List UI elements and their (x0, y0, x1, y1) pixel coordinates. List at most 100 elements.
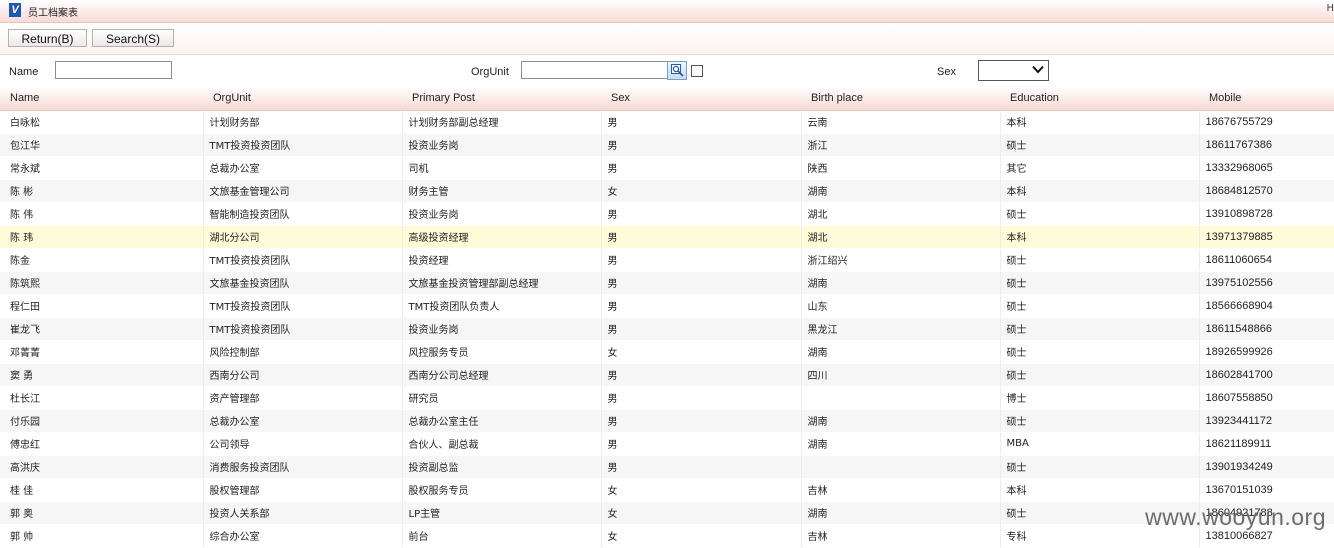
cell-education: 硕士 (1000, 455, 1200, 479)
table-row[interactable]: 邓菁菁 风险控制部 风控服务专员女湖南 硕士 18926599926 (0, 340, 1334, 364)
cell-mobile: 18621189911 (1199, 432, 1334, 456)
cell-sex: 女 (601, 340, 802, 364)
cell-name: 陈筑熙 (0, 271, 204, 295)
table-row[interactable]: 付乐园 总裁办公室 总裁办公室主任男湖南 硕士 13923441172 (0, 409, 1334, 433)
cell-primary-post: 研究员 (402, 386, 602, 410)
cell-name: 桂 佳 (0, 478, 204, 502)
table-row[interactable]: 郭 奥投资人关系部 LP主管女湖南 硕士 18604921788 (0, 501, 1334, 525)
cell-birth-place: 吉林 (801, 478, 1001, 502)
search-button[interactable]: Search(S) (92, 29, 174, 47)
cell-orgunit: 资产管理部 (203, 386, 403, 410)
cell-primary-post: 投资业务岗 (402, 133, 602, 157)
cell-sex: 男 (601, 386, 802, 410)
table-row[interactable]: 包江华 TMT投资投资团队 投资业务岗男浙江 硕士 18611767386 (0, 133, 1334, 157)
cell-birth-place: 湖南 (801, 501, 1001, 525)
orgunit-filter-label: OrgUnit (471, 66, 509, 78)
table-row[interactable]: 白咏松 计划财务部 计划财务部副总经理男云南 本科 18676755729 (0, 110, 1334, 134)
cell-primary-post: 投资业务岗 (402, 202, 602, 226)
column-header-orgunit[interactable]: OrgUnit (203, 87, 402, 111)
cell-name: 陈金 (0, 248, 204, 272)
cell-name: 陈 伟 (0, 202, 204, 226)
column-header-mobile[interactable]: Mobile (1199, 87, 1334, 111)
table-row[interactable]: 陈 彬文旅基金管理公司 财务主管女湖南 本科 18684812570 (0, 179, 1334, 203)
table-row[interactable]: 桂 佳股权管理部 股权服务专员女吉林 本科 13670151039 (0, 478, 1334, 502)
cell-primary-post: 前台 (402, 524, 602, 548)
cell-orgunit: 湖北分公司 (203, 225, 403, 249)
column-header-birth-place[interactable]: Birth place (801, 87, 1000, 111)
cell-education: 博士 (1000, 386, 1200, 410)
table-row[interactable]: 陈 玮湖北分公司 高级投资经理男湖北 本科 13971379885 (0, 225, 1334, 249)
column-header-education[interactable]: Education (1000, 87, 1199, 111)
cell-sex: 男 (601, 110, 802, 134)
cell-education: 硕士 (1000, 248, 1200, 272)
cell-birth-place: 浙江 (801, 133, 1001, 157)
return-button[interactable]: Return(B) (8, 29, 87, 47)
cell-sex: 男 (601, 363, 802, 387)
cell-orgunit: 西南分公司 (203, 363, 403, 387)
cell-name: 郭 奥 (0, 501, 204, 525)
cell-mobile: 18684812570 (1199, 179, 1334, 203)
cell-primary-post: LP主管 (402, 501, 602, 525)
cell-birth-place: 黑龙江 (801, 317, 1001, 341)
orgunit-filter-input[interactable] (521, 61, 668, 79)
cell-primary-post: 投资副总监 (402, 455, 602, 479)
cell-orgunit: TMT投资投资团队 (203, 133, 403, 157)
chevron-down-icon (1032, 65, 1044, 74)
cell-education: 本科 (1000, 179, 1200, 203)
cell-birth-place: 湖南 (801, 271, 1001, 295)
cell-name: 傅忠红 (0, 432, 204, 456)
cell-education: 硕士 (1000, 363, 1200, 387)
table-row[interactable]: 陈筑熙 文旅基金投资团队 文旅基金投资管理部副总经理男湖南 硕士 13975102556 (0, 271, 1334, 295)
cell-birth-place: 山东 (801, 294, 1001, 318)
cell-primary-post: 股权服务专员 (402, 478, 602, 502)
orgunit-lookup-button[interactable] (667, 61, 687, 80)
name-filter-input[interactable] (55, 61, 172, 79)
cell-orgunit: 文旅基金投资团队 (203, 271, 403, 295)
cell-birth-place: 湖南 (801, 179, 1001, 203)
cell-education: 硕士 (1000, 271, 1200, 295)
column-header-primary-post[interactable]: Primary Post (402, 87, 601, 111)
table-row[interactable]: 崔龙飞 TMT投资投资团队 投资业务岗男黑龙江 硕士 18611548866 (0, 317, 1334, 341)
cell-name: 付乐园 (0, 409, 204, 433)
column-header-sex[interactable]: Sex (601, 87, 801, 111)
cell-mobile: 18611060654 (1199, 248, 1334, 272)
table-row[interactable]: 傅忠红 公司领导 合伙人、副总裁男湖南 MBA 18621189911 (0, 432, 1334, 456)
app-logo-icon: V (9, 3, 21, 17)
table-row[interactable]: 郭 帅综合办公室 前台女吉林 专科 13810066827 (0, 524, 1334, 548)
cell-education: 本科 (1000, 225, 1200, 249)
cell-mobile: 13910898728 (1199, 202, 1334, 226)
cell-mobile: 18676755729 (1199, 110, 1334, 134)
cell-mobile: 18607558850 (1199, 386, 1334, 410)
cell-birth-place (801, 386, 1001, 410)
sex-filter-select[interactable] (978, 60, 1049, 81)
title-bar: V 员工档案表 H (0, 0, 1334, 23)
table-header-row: Name OrgUnit Primary Post Sex Birth plac… (0, 87, 1334, 111)
table-row[interactable]: 程仁田 TMT投资投资团队 TMT投资团队负责人男山东 硕士 18566668904 (0, 294, 1334, 318)
cell-sex: 女 (601, 524, 802, 548)
cell-orgunit: 综合办公室 (203, 524, 403, 548)
cell-birth-place: 云南 (801, 110, 1001, 134)
column-header-name[interactable]: Name (0, 87, 203, 111)
cell-name: 郭 帅 (0, 524, 204, 548)
cell-orgunit: TMT投资投资团队 (203, 294, 403, 318)
cell-sex: 男 (601, 294, 802, 318)
table-row[interactable]: 陈金 TMT投资投资团队 投资经理男浙江绍兴 硕士 18611060654 (0, 248, 1334, 272)
table-row[interactable]: 常永斌 总裁办公室 司机男陕西 其它 13332968065 (0, 156, 1334, 180)
cell-name: 崔龙飞 (0, 317, 204, 341)
cell-education: 硕士 (1000, 317, 1200, 341)
cell-sex: 男 (601, 248, 802, 272)
window-title: 员工档案表 (28, 8, 78, 19)
table-row[interactable]: 杜长江 资产管理部 研究员男 博士 18607558850 (0, 386, 1334, 410)
table-row[interactable]: 陈 伟智能制造投资团队 投资业务岗男湖北 硕士 13910898728 (0, 202, 1334, 226)
table-row[interactable]: 高洪庆 消费服务投资团队 投资副总监男 硕士 13901934249 (0, 455, 1334, 479)
cell-orgunit: 计划财务部 (203, 110, 403, 134)
cell-name: 程仁田 (0, 294, 204, 318)
cell-orgunit: 总裁办公室 (203, 409, 403, 433)
cell-primary-post: 文旅基金投资管理部副总经理 (402, 271, 602, 295)
cell-sex: 男 (601, 409, 802, 433)
cell-mobile: 13332968065 (1199, 156, 1334, 180)
orgunit-include-sub-checkbox[interactable] (691, 65, 703, 77)
cell-education: 硕士 (1000, 133, 1200, 157)
table-row[interactable]: 窦 勇西南分公司 西南分公司总经理男四川 硕士 18602841700 (0, 363, 1334, 387)
cell-birth-place (801, 455, 1001, 479)
